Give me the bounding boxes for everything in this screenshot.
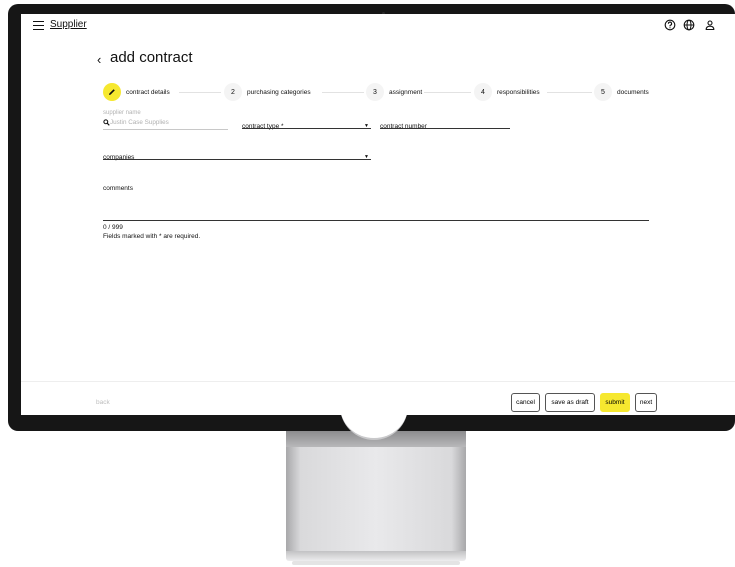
- comments-char-counter: 0 / 999: [103, 224, 123, 231]
- step-documents[interactable]: 5 documents: [594, 82, 649, 102]
- comments-textarea[interactable]: comments: [103, 177, 649, 221]
- search-icon: [103, 119, 110, 126]
- step-assignment[interactable]: 3 assignment: [366, 82, 422, 102]
- menu-icon[interactable]: [33, 21, 44, 30]
- pencil-icon: [103, 83, 121, 101]
- step-label: documents: [617, 88, 649, 96]
- stepper-connector: [322, 92, 364, 93]
- supplier-placeholder: Justin Case Supplies: [110, 119, 169, 126]
- monitor-stand-foot: [286, 551, 466, 561]
- step-label: assignment: [389, 88, 423, 96]
- page-title: add contract: [110, 49, 193, 66]
- step-label: contract details: [126, 88, 170, 96]
- step-number: 3: [366, 83, 384, 101]
- contract-type-select[interactable]: contract type * ▼: [242, 115, 371, 130]
- monitor-floor-shadow: [292, 561, 460, 565]
- globe-icon[interactable]: [683, 19, 695, 31]
- submit-button[interactable]: submit: [600, 393, 630, 412]
- supplier-field-label: supplier name: [103, 110, 141, 116]
- back-chevron-icon[interactable]: ‹: [97, 52, 101, 67]
- stepper: contract details 2 purchasing categories…: [103, 82, 651, 102]
- step-label: purchasing categories: [247, 88, 311, 96]
- app-screen: Supplier ‹ add contract contract details: [21, 14, 735, 415]
- footer-divider: [21, 381, 735, 382]
- step-purchasing-categories[interactable]: 2 purchasing categories: [224, 82, 311, 102]
- step-contract-details[interactable]: contract details: [103, 82, 170, 102]
- step-label: responsibilities: [497, 88, 540, 96]
- step-responsibilities[interactable]: 4 responsibilities: [474, 82, 540, 102]
- app-title-link[interactable]: Supplier: [50, 19, 87, 30]
- next-button[interactable]: next: [635, 393, 657, 412]
- user-icon[interactable]: [704, 19, 716, 31]
- supplier-search-input[interactable]: supplier name Justin Case Supplies: [103, 110, 228, 130]
- companies-select[interactable]: companies ▼: [103, 146, 371, 161]
- top-bar: Supplier: [21, 14, 735, 38]
- required-fields-note: Fields marked with * are required.: [103, 233, 201, 240]
- step-number: 4: [474, 83, 492, 101]
- comments-label: comments: [103, 185, 133, 192]
- help-icon[interactable]: [664, 19, 676, 31]
- stepper-connector: [547, 92, 592, 93]
- step-number: 5: [594, 83, 612, 101]
- stepper-connector: [424, 92, 471, 93]
- contract-number-field[interactable]: contract number: [380, 115, 510, 130]
- save-draft-button[interactable]: save as draft: [545, 393, 595, 412]
- step-number: 2: [224, 83, 242, 101]
- stepper-connector: [179, 92, 221, 93]
- cancel-button[interactable]: cancel: [511, 393, 540, 412]
- back-button[interactable]: back: [96, 399, 110, 406]
- monitor-stand: [286, 431, 466, 553]
